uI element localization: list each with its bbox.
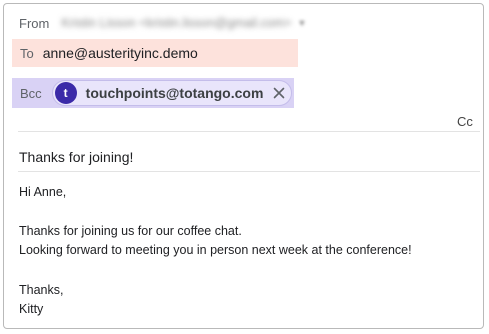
from-row[interactable]: From Kristin Lisson <kristin.lisson@gmai… <box>19 13 306 33</box>
cc-button[interactable]: Cc <box>457 114 473 129</box>
body-line-2[interactable]: Looking forward to meeting you in person… <box>19 243 412 257</box>
close-icon[interactable] <box>273 87 285 99</box>
to-field[interactable]: To anne@austerityinc.demo <box>12 39 298 67</box>
bcc-recipient-email: touchpoints@totango.com <box>85 85 264 101</box>
from-address[interactable]: Kristin Lisson <kristin.lisson@gmail.com… <box>61 16 291 30</box>
to-label: To <box>20 45 34 61</box>
subject-field[interactable]: Thanks for joining! <box>19 149 133 165</box>
body-closing[interactable]: Thanks, <box>19 283 63 297</box>
bcc-field[interactable]: Bcc t touchpoints@totango.com <box>12 78 294 108</box>
from-label: From <box>19 15 50 31</box>
divider <box>18 171 480 172</box>
body-greeting[interactable]: Hi Anne, <box>19 185 66 199</box>
email-compose-window: From Kristin Lisson <kristin.lisson@gmai… <box>3 3 484 329</box>
bcc-recipient-chip[interactable]: t touchpoints@totango.com <box>51 80 293 106</box>
chevron-down-icon[interactable]: ▼ <box>297 18 306 28</box>
avatar: t <box>54 82 77 104</box>
bcc-label: Bcc <box>20 85 42 101</box>
to-recipient[interactable]: anne@austerityinc.demo <box>43 45 198 61</box>
body-signature[interactable]: Kitty <box>19 302 43 316</box>
body-line-1[interactable]: Thanks for joining us for our coffee cha… <box>19 224 242 238</box>
divider <box>18 131 480 132</box>
